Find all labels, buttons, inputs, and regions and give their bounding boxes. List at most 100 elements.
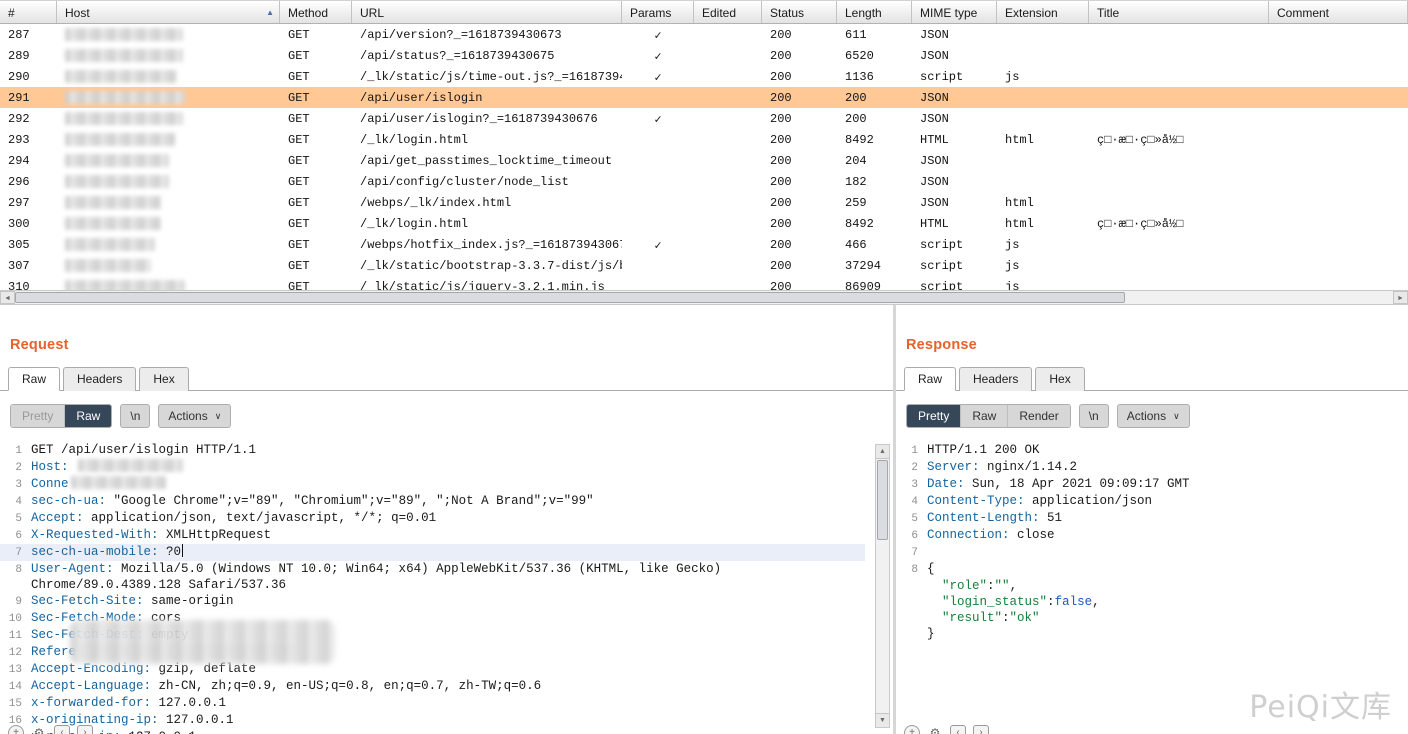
column-header-status[interactable]: Status xyxy=(762,1,837,23)
redacted-host xyxy=(65,133,175,147)
next-match-button[interactable]: › xyxy=(77,725,93,734)
cell-title: ç□·æ□·ç□»å½□ xyxy=(1097,133,1184,147)
burp-http-history-screen: # Host ▲ Method URL Params Edited Status Length M… xyxy=(0,0,1408,734)
response-bottom-icons: + ⚙ ‹ › xyxy=(904,725,989,734)
cell-edited xyxy=(694,108,762,129)
column-header-extension[interactable]: Extension xyxy=(997,1,1089,23)
history-row-291[interactable]: 291 GET/api/user/islogin 200 200 JSON xyxy=(0,87,1408,108)
request-vertical-scrollbar[interactable]: ▲ ▼ xyxy=(875,444,890,728)
scroll-left-icon[interactable]: ◄ xyxy=(0,291,15,304)
horizontal-scrollbar-thumb[interactable] xyxy=(15,292,1125,303)
history-row-289[interactable]: 289 GET/api/status?_=1618739430675 ✓ 200 652… xyxy=(0,45,1408,66)
request-show-newlines-button[interactable]: \n xyxy=(120,404,151,428)
response-raw-content[interactable]: 1 HTTP/1.1 200 OK 2 Server: nginx/1.14.2 3 Da… xyxy=(896,442,1408,642)
table-body: 287 GET/api/version?_=1618739430673 ✓ 200 61… xyxy=(0,24,1408,290)
response-line-4: 4 Content-Type: application/json xyxy=(896,493,1400,510)
cell-edited xyxy=(694,255,762,276)
column-header-#[interactable]: # xyxy=(0,1,57,23)
cell-#: 293 xyxy=(8,133,30,147)
cell-status: 200 xyxy=(770,280,792,290)
scroll-right-icon[interactable]: ► xyxy=(1393,291,1408,304)
column-header-mime-type[interactable]: MIME type xyxy=(912,1,997,23)
cell-extension: js xyxy=(1005,280,1020,290)
redacted-host xyxy=(65,49,183,63)
next-match-button[interactable]: › xyxy=(973,725,989,734)
cell-extension xyxy=(997,45,1089,66)
response-raw-button[interactable]: Raw xyxy=(961,405,1009,427)
history-row-297[interactable]: 297 GET/webps/_lk/index.html 200 259 JSON htm… xyxy=(0,192,1408,213)
history-row-305[interactable]: 305 GET/webps/hotfix_index.js?_=161873943… xyxy=(0,234,1408,255)
history-row-310[interactable]: 310 GET /_lk/static/js/jquery-3.2.1.min.js… xyxy=(0,276,1408,290)
response-pretty-button[interactable]: Pretty xyxy=(907,405,962,427)
search-icon[interactable]: + xyxy=(8,725,24,734)
request-tab-headers[interactable]: Headers xyxy=(63,367,137,391)
column-header-title[interactable]: Title xyxy=(1089,1,1269,23)
history-row-296[interactable]: 296 GET/api/config/cluster/node_list 200 18… xyxy=(0,171,1408,192)
scroll-down-icon[interactable]: ▼ xyxy=(876,713,889,727)
response-tab-headers[interactable]: Headers xyxy=(959,367,1033,391)
gear-icon[interactable]: ⚙ xyxy=(927,725,943,734)
redacted-host xyxy=(65,91,185,105)
table-horizontal-scrollbar[interactable]: ◄ ► xyxy=(0,290,1408,305)
host-cell-redacted xyxy=(57,213,280,234)
response-render-button[interactable]: Render xyxy=(1008,405,1070,427)
column-header-length[interactable]: Length xyxy=(837,1,912,23)
column-header-edited[interactable]: Edited xyxy=(694,1,762,23)
request-tab-hex[interactable]: Hex xyxy=(139,367,189,391)
cell-comment xyxy=(1269,171,1408,192)
search-icon[interactable]: + xyxy=(904,725,920,734)
column-header-host[interactable]: Host ▲ xyxy=(57,1,280,23)
cell-mime-type: JSON xyxy=(920,49,949,63)
prev-match-button[interactable]: ‹ xyxy=(950,725,966,734)
cell-status: 200 xyxy=(770,196,792,210)
cell-comment xyxy=(1269,129,1408,150)
cell-comment xyxy=(1269,24,1408,45)
cell-length: 8492 xyxy=(845,133,874,147)
column-header-params[interactable]: Params xyxy=(622,1,694,23)
request-raw-button[interactable]: Raw xyxy=(65,405,112,427)
history-row-307[interactable]: 307 GET /_lk/static/bootstrap-3.3.7-dist/j… xyxy=(0,255,1408,276)
history-row-293[interactable]: 293 GET /_lk/login.html 200 8492 HTML html ç□·æ… xyxy=(0,129,1408,150)
text-cursor xyxy=(182,544,184,557)
prev-match-button[interactable]: ‹ xyxy=(54,725,70,734)
cell-status: 200 xyxy=(770,238,792,252)
host-cell-redacted xyxy=(57,66,280,87)
request-tab-raw[interactable]: Raw xyxy=(8,367,61,391)
cell-method: GET xyxy=(288,28,310,42)
response-tab-raw[interactable]: Raw xyxy=(904,367,957,391)
cell-method: GET xyxy=(288,154,310,168)
response-tabs: Raw Headers Hex xyxy=(896,364,1408,391)
request-line-4: 4 sec-ch-ua: "Google Chrome";v="89", "Chr… xyxy=(0,493,865,510)
line-number: 1 xyxy=(911,445,918,457)
line-number xyxy=(896,578,918,594)
cell-comment xyxy=(1269,276,1408,290)
response-tab-hex[interactable]: Hex xyxy=(1035,367,1085,391)
gear-icon[interactable]: ⚙ xyxy=(31,725,47,734)
line-number: 2 xyxy=(15,462,22,474)
sort-ascending-icon: ▲ xyxy=(266,8,274,17)
vertical-scrollbar-thumb[interactable] xyxy=(877,460,888,540)
history-row-290[interactable]: 290 GET /_lk/static/js/time-out.js?_=16187… xyxy=(0,66,1408,87)
column-header-method[interactable]: Method xyxy=(280,1,352,23)
request-raw-content[interactable]: 1 GET /api/user/islogin HTTP/1.1 2 Host: 3C… xyxy=(0,442,893,734)
request-pretty-button[interactable]: Pretty xyxy=(11,405,66,427)
cell-params: ✓ xyxy=(654,239,662,253)
redacted-host xyxy=(65,259,151,273)
cell-comment xyxy=(1269,234,1408,255)
history-row-300[interactable]: 300 GET /_lk/login.html 200 8492 HTML html ç□·æ… xyxy=(0,213,1408,234)
cell-status: 200 xyxy=(770,49,792,63)
cell-extension xyxy=(997,87,1089,108)
response-show-newlines-button[interactable]: \n xyxy=(1078,404,1109,428)
history-row-294[interactable]: 294 GET/api/get_passtimes_locktime_timeou… xyxy=(0,150,1408,171)
scroll-up-icon[interactable]: ▲ xyxy=(876,445,889,459)
cell-edited xyxy=(694,234,762,255)
cell-comment xyxy=(1269,150,1408,171)
history-row-292[interactable]: 292 GET/api/user/islogin?_=1618739430676 ✓… xyxy=(0,108,1408,129)
column-header-url[interactable]: URL xyxy=(352,1,622,23)
column-header-comment[interactable]: Comment xyxy=(1269,1,1408,23)
response-actions-button[interactable]: Actions ∨ xyxy=(1116,404,1190,428)
history-row-287[interactable]: 287 GET/api/version?_=1618739430673 ✓ 200 61… xyxy=(0,24,1408,45)
request-toolbar: Pretty Raw \n Actions ∨ xyxy=(10,404,893,428)
request-actions-button[interactable]: Actions ∨ xyxy=(158,404,232,428)
cell-comment xyxy=(1269,108,1408,129)
